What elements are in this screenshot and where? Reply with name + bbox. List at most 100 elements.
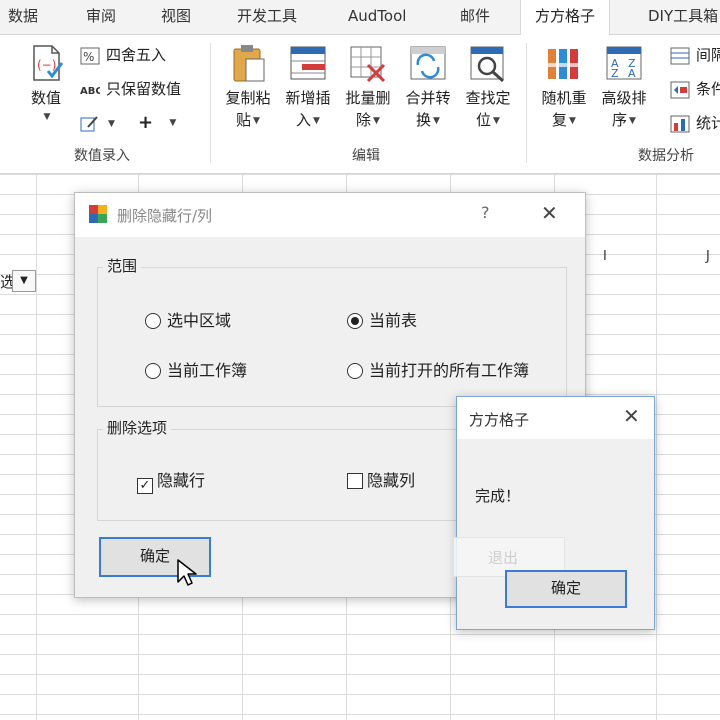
condition-icon: [670, 81, 690, 99]
group-label-edit: 编辑: [352, 148, 380, 164]
radio-selected-icon: [347, 313, 363, 329]
scope-group: [97, 267, 567, 407]
interval-button[interactable]: 间隔: [670, 43, 720, 67]
tab-audtool[interactable]: AudTool: [348, 0, 406, 34]
random-repeat-label-1: 随机重: [541, 89, 587, 107]
group-divider: [526, 43, 527, 163]
clipboard-icon: [228, 43, 268, 83]
keep-value-button[interactable]: ABC 只保留数值: [80, 77, 181, 101]
exit-ghost-label: 退出: [488, 549, 519, 567]
ribbon-tab-bar: 数据 审阅 视图 开发工具 AudTool 邮件 方方格子 DIY工具箱: [0, 0, 720, 36]
mouse-pointer-icon: [176, 558, 200, 588]
batch-delete-button[interactable]: 批量删 除 ▼: [340, 43, 396, 132]
chevron-down-icon: ▼: [313, 115, 320, 126]
chevron-down-icon: ▼: [373, 115, 380, 126]
plus-icon: +: [138, 112, 154, 133]
abc-icon: ABC: [80, 81, 103, 99]
scope-legend: 范围: [103, 255, 142, 276]
insert-rows-icon: [288, 43, 328, 83]
radio-label: 当前工作簿: [167, 361, 248, 380]
copy-paste-label-1: 复制粘: [225, 89, 271, 107]
chevron-down-icon: ▼: [433, 115, 440, 126]
insert-label-1: 新增插: [285, 89, 331, 107]
find-locate-label-1: 查找定: [465, 89, 511, 107]
grid-column-line: [36, 174, 37, 720]
checkbox-hidden-columns[interactable]: 隐藏列: [347, 467, 415, 491]
advanced-sort-label-2: 序: [612, 111, 628, 129]
radio-current-sheet[interactable]: 当前表: [347, 307, 417, 331]
ok-button[interactable]: 确定: [505, 570, 627, 608]
svg-text:(−): (−): [37, 58, 56, 72]
radio-current-workbook[interactable]: 当前工作簿: [145, 357, 247, 381]
close-icon[interactable]: ✕: [623, 404, 640, 428]
find-locate-button[interactable]: 查找定 位 ▼: [460, 43, 516, 132]
numeric-doc-icon: (−): [26, 43, 66, 83]
plus-dropdown-button[interactable]: + ▼: [138, 111, 176, 135]
radio-circle-icon: [145, 363, 161, 379]
close-icon[interactable]: ✕: [541, 201, 558, 225]
checkbox-hidden-rows[interactable]: ✓ 隐藏行: [137, 467, 205, 494]
batch-delete-label-1: 批量删: [345, 89, 391, 107]
svg-text:Z: Z: [611, 67, 619, 80]
random-repeat-button[interactable]: 随机重 复 ▼: [536, 43, 592, 132]
tab-mail[interactable]: 邮件: [460, 0, 490, 34]
condition-button[interactable]: 条件: [670, 77, 720, 101]
find-locate-label-2: 位: [476, 111, 492, 129]
filter-dropdown-icon[interactable]: ▼: [12, 270, 36, 292]
chevron-down-icon: ▼: [43, 112, 51, 122]
percent-icon: %: [80, 47, 100, 65]
group-divider: [210, 43, 211, 163]
tab-developer[interactable]: 开发工具: [237, 0, 297, 34]
merge-convert-button[interactable]: 合并转 换 ▼: [400, 43, 456, 132]
interval-label: 间隔: [696, 46, 720, 64]
radio-label: 当前打开的所有工作簿: [369, 361, 530, 380]
chevron-down-icon: ▼: [629, 115, 636, 126]
svg-text:ABC: ABC: [80, 86, 100, 97]
advanced-sort-button[interactable]: A Z Z A 高级排 序 ▼: [596, 43, 652, 132]
random-bars-icon: [544, 43, 584, 83]
grid-column-line: [656, 174, 657, 720]
round-button[interactable]: % 四舍五入: [80, 43, 166, 67]
sort-az-icon: A Z Z A: [604, 43, 644, 83]
group-label-numeric-entry: 数值录入: [74, 148, 130, 164]
statistics-label: 统计: [696, 114, 720, 132]
chevron-down-icon: ▼: [253, 115, 260, 126]
statistics-button[interactable]: 统计: [670, 111, 720, 135]
chevron-down-icon: ▼: [108, 118, 115, 129]
edit-pencil-icon: [80, 115, 100, 133]
insert-button[interactable]: 新增插 入 ▼: [280, 43, 336, 132]
numeric-button-label: 数值: [30, 89, 61, 107]
edit-dropdown-button[interactable]: ▼: [80, 111, 115, 135]
delete-options-legend: 删除选项: [103, 417, 172, 438]
round-label: 四舍五入: [106, 46, 167, 64]
dialog-titlebar: 方方格子 ✕: [457, 397, 654, 439]
merge-convert-icon: [408, 43, 448, 83]
radio-circle-icon: [145, 313, 161, 329]
column-header-i[interactable]: I: [603, 244, 607, 270]
condition-label: 条件: [696, 80, 720, 98]
tab-view[interactable]: 视图: [161, 0, 191, 34]
checkbox-empty-icon: [347, 473, 363, 489]
help-icon[interactable]: ?: [481, 203, 490, 222]
radio-selected-range[interactable]: 选中区域: [145, 307, 231, 331]
tab-fangfanggezi[interactable]: 方方格子: [520, 0, 611, 36]
column-header-j[interactable]: J: [706, 244, 710, 270]
chevron-down-icon: ▼: [169, 118, 177, 128]
radio-all-open-workbooks[interactable]: 当前打开的所有工作簿: [347, 357, 529, 381]
numeric-button[interactable]: (−) 数值 ▼: [18, 43, 74, 125]
insert-label-2: 入: [296, 111, 312, 129]
checkbox-label: 隐藏列: [367, 471, 416, 490]
tab-diy-toolbox[interactable]: DIY工具箱: [648, 0, 718, 34]
keep-value-label: 只保留数值: [106, 80, 182, 98]
tab-data[interactable]: 数据: [8, 0, 38, 34]
copy-paste-button[interactable]: 复制粘 贴 ▼: [220, 43, 276, 132]
svg-text:A: A: [628, 67, 636, 80]
group-label-data-analysis: 数据分析: [638, 148, 694, 164]
completion-message: 完成！: [475, 487, 521, 505]
svg-text:%: %: [83, 50, 94, 64]
batch-delete-label-2: 除: [356, 111, 372, 129]
ribbon-panel: (−) 数值 ▼ % 四舍五入 ABC 只保留数值 ▼ + ▼ 数值录入 复制粘…: [0, 35, 720, 174]
checkbox-label: 隐藏行: [157, 471, 206, 490]
tab-review[interactable]: 审阅: [86, 0, 116, 34]
checkbox-checked-icon: ✓: [137, 478, 153, 494]
